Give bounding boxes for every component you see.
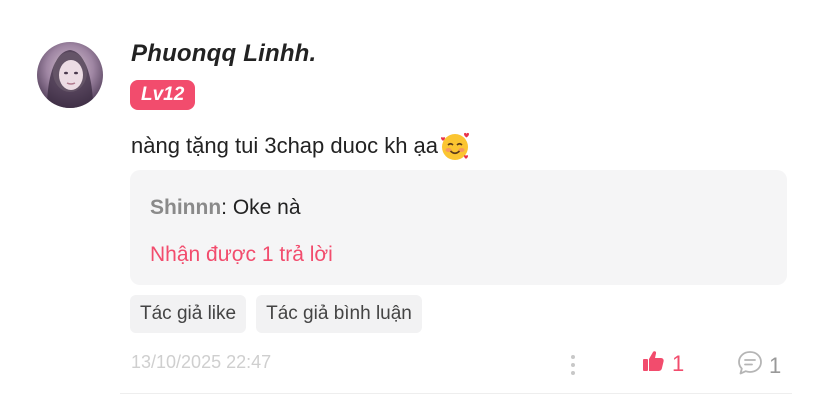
comment-text: nàng tặng tui 3chap duoc kh ạa (131, 130, 471, 162)
comment-card: Phuonqq Linhh. Lv12 nàng tặng tui 3chap … (0, 0, 828, 403)
level-badge: Lv12 (130, 80, 196, 110)
reply-separator: : (221, 196, 233, 219)
like-button[interactable]: 1 (641, 349, 684, 378)
divider (120, 393, 792, 394)
view-replies-link[interactable]: Nhận được 1 trả lời (150, 243, 333, 267)
more-vertical-icon[interactable] (563, 352, 583, 378)
reply-text: Oke nà (232, 196, 301, 219)
thumbs-up-icon (641, 349, 665, 378)
smiling-face-with-hearts-icon (439, 130, 471, 162)
tag-author-comment: Tác giả bình luận (256, 295, 422, 333)
reply-preview-box[interactable]: Shinnn: Oke nà Nhận được 1 trả lời (130, 170, 787, 285)
reply-preview: Shinnn: Oke nà (150, 196, 301, 220)
timestamp: 13/10/2025 22:47 (131, 352, 272, 372)
reply-count: 1 (769, 352, 782, 378)
comment-body: nàng tặng tui 3chap duoc kh ạa (131, 133, 439, 158)
like-count: 1 (672, 350, 685, 376)
comment-bubble-icon (736, 349, 764, 382)
reply-author[interactable]: Shinnn (150, 196, 221, 219)
author-tags: Tác giả like Tác giả bình luận (130, 295, 422, 333)
reply-button[interactable]: 1 (736, 349, 781, 382)
avatar[interactable] (37, 42, 103, 108)
username[interactable]: Phuonqq Linhh. (131, 40, 316, 68)
tag-author-like: Tác giả like (130, 295, 247, 333)
